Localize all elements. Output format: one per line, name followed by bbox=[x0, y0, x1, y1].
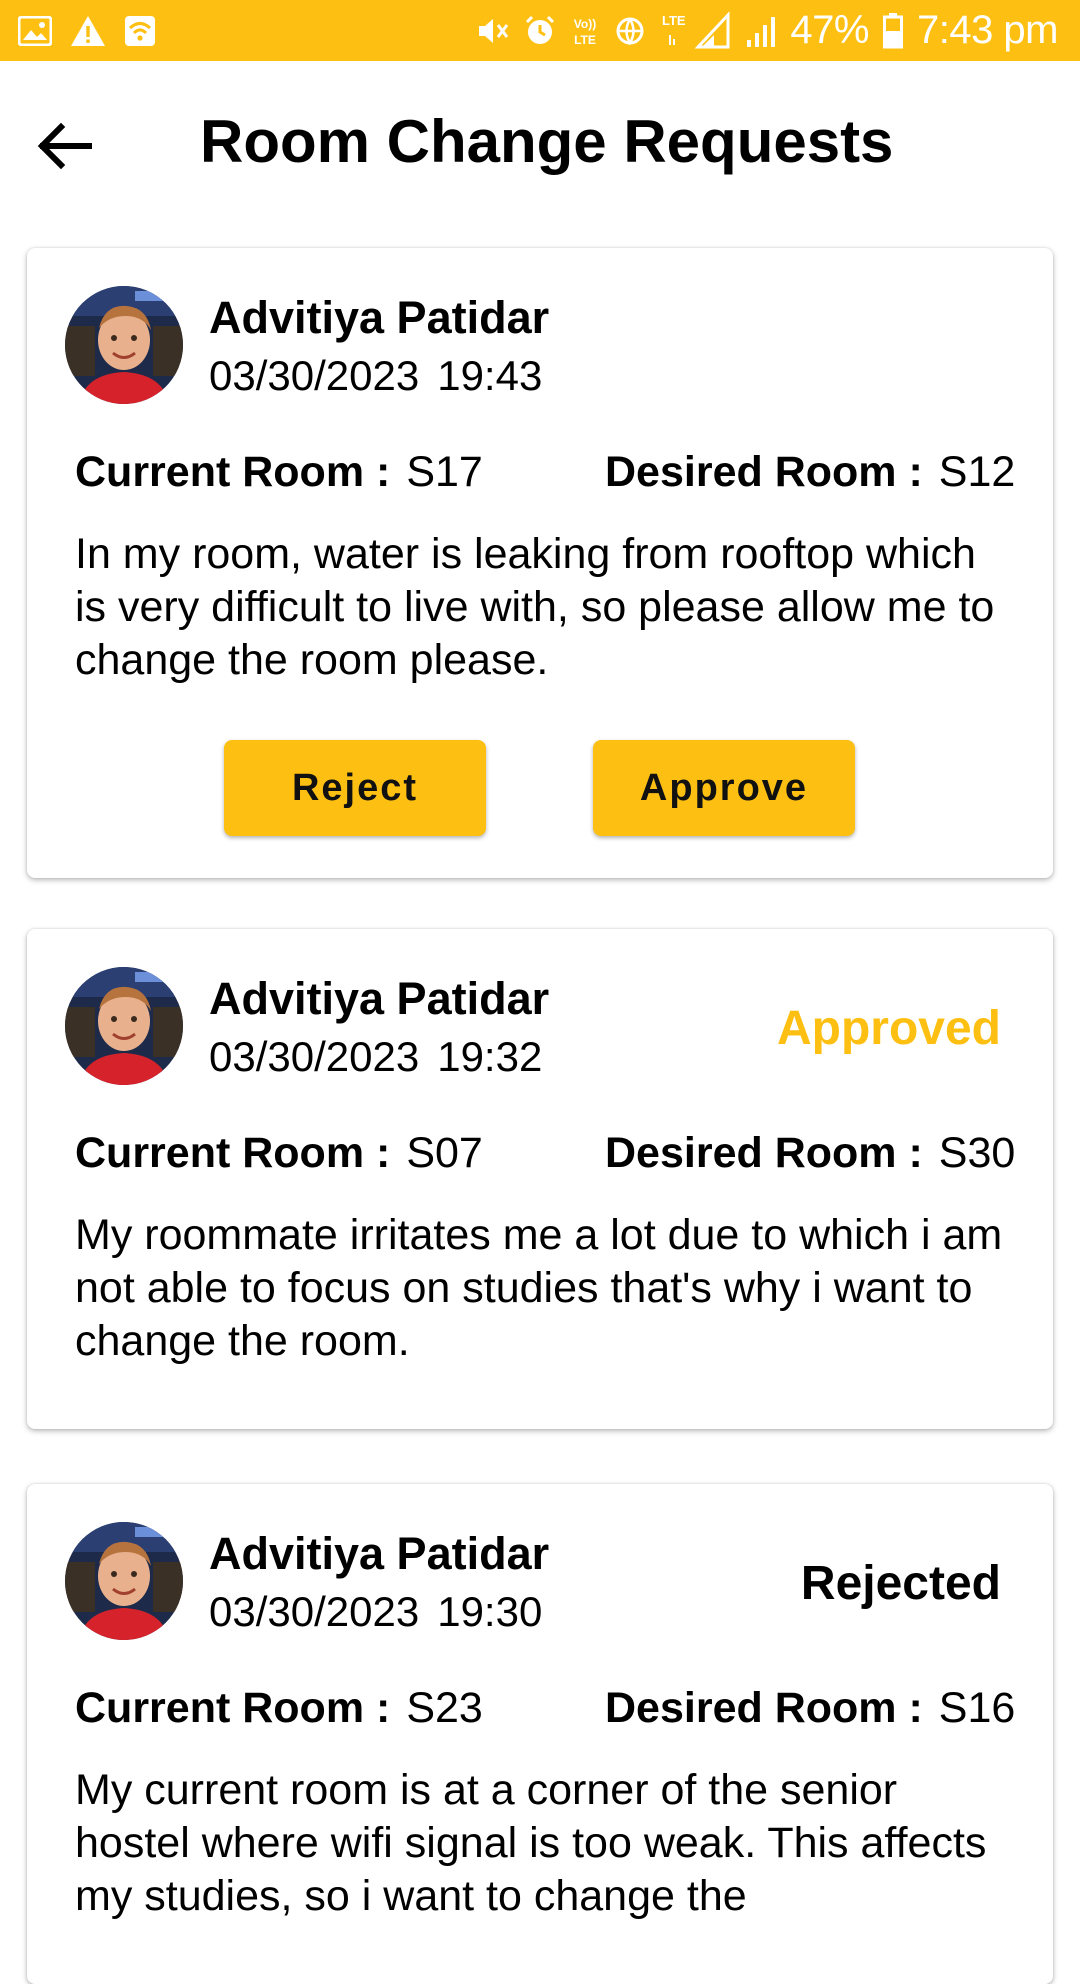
request-time: 19:32 bbox=[437, 1033, 543, 1080]
svg-text:LTE: LTE bbox=[575, 33, 597, 47]
svg-text:Vo)): Vo)) bbox=[574, 17, 596, 31]
request-card: Advitiya Patidar 03/30/2023 19:30 Rejecte… bbox=[27, 1484, 1053, 1984]
status-bar-notifications bbox=[18, 15, 156, 47]
reject-button[interactable]: Reject bbox=[224, 740, 486, 836]
current-room: Current Room : S23 bbox=[75, 1684, 483, 1733]
request-date: 03/30/2023 bbox=[209, 1033, 420, 1080]
alarm-icon bbox=[524, 15, 556, 47]
avatar bbox=[65, 967, 183, 1085]
desired-room: Desired Room : S16 bbox=[605, 1684, 1015, 1733]
request-date: 03/30/2023 bbox=[209, 1588, 420, 1635]
svg-text:LTE: LTE bbox=[662, 13, 686, 28]
request-date: 03/30/2023 bbox=[209, 352, 420, 399]
warning-icon bbox=[70, 15, 106, 47]
current-room-label: Current Room : bbox=[75, 448, 391, 496]
request-card: Advitiya Patidar 03/30/2023 19:43 Current… bbox=[27, 248, 1053, 878]
clock: 7:43 pm bbox=[916, 8, 1059, 52]
room-info: Current Room : S17 Desired Room : S12 bbox=[75, 448, 1035, 508]
request-datetime: 03/30/2023 19:30 bbox=[209, 1588, 542, 1636]
desired-room-label: Desired Room : bbox=[605, 448, 923, 496]
room-info: Current Room : S23 Desired Room : S16 bbox=[75, 1684, 1035, 1744]
request-time: 19:43 bbox=[437, 352, 543, 399]
current-room-label: Current Room : bbox=[75, 1684, 391, 1732]
requester-name: Advitiya Patidar bbox=[209, 1528, 550, 1579]
desired-room-label: Desired Room : bbox=[605, 1684, 923, 1732]
data-saver-icon bbox=[614, 15, 646, 47]
status-badge-rejected: Rejected bbox=[800, 1557, 1001, 1610]
request-time: 19:30 bbox=[437, 1588, 543, 1635]
desired-room-value: S30 bbox=[938, 1129, 1016, 1177]
avatar bbox=[65, 286, 183, 404]
requester-name: Advitiya Patidar bbox=[209, 973, 550, 1024]
app-bar: Room Change Requests bbox=[0, 61, 1080, 229]
signal-icon bbox=[746, 14, 776, 48]
back-button[interactable] bbox=[30, 111, 100, 181]
room-info: Current Room : S07 Desired Room : S30 bbox=[75, 1129, 1035, 1189]
page-title: Room Change Requests bbox=[200, 108, 894, 175]
request-card: Advitiya Patidar 03/30/2023 19:32 Approve… bbox=[27, 929, 1053, 1429]
requester-name: Advitiya Patidar bbox=[209, 292, 550, 343]
current-room: Current Room : S07 bbox=[75, 1129, 483, 1178]
current-room-value: S07 bbox=[406, 1129, 483, 1177]
mute-icon bbox=[476, 15, 510, 47]
lte-signal-icon: LTE bbox=[660, 10, 732, 51]
status-bar: Vo)) LTE LTE 47% 7:43 pm bbox=[0, 0, 1080, 61]
gallery-icon bbox=[18, 15, 52, 46]
current-room-value: S17 bbox=[406, 448, 483, 496]
avatar bbox=[65, 1522, 183, 1640]
request-reason: In my room, water is leaking from roofto… bbox=[75, 530, 995, 684]
volte-icon: Vo)) LTE bbox=[570, 14, 600, 48]
battery-percent: 47% bbox=[790, 8, 869, 52]
current-room-value: S23 bbox=[406, 1684, 483, 1732]
desired-room-value: S16 bbox=[938, 1684, 1016, 1732]
arrow-left-icon bbox=[37, 122, 92, 170]
desired-room-value: S12 bbox=[938, 448, 1016, 496]
approve-button[interactable]: Approve bbox=[593, 740, 855, 836]
desired-room: Desired Room : S12 bbox=[605, 448, 1015, 497]
desired-room-label: Desired Room : bbox=[605, 1129, 923, 1177]
current-room: Current Room : S17 bbox=[75, 448, 483, 497]
request-datetime: 03/30/2023 19:43 bbox=[209, 352, 542, 400]
battery-icon bbox=[882, 12, 903, 49]
wifi-hotspot-icon bbox=[124, 15, 156, 47]
status-badge-approved: Approved bbox=[776, 1002, 1001, 1055]
request-reason: My roommate irritates me a lot due to wh… bbox=[75, 1211, 1003, 1365]
desired-room: Desired Room : S30 bbox=[605, 1129, 1015, 1178]
request-datetime: 03/30/2023 19:32 bbox=[209, 1033, 542, 1081]
request-reason: My current room is at a corner of the se… bbox=[75, 1766, 987, 1920]
current-room-label: Current Room : bbox=[75, 1129, 391, 1177]
status-bar-system: Vo)) LTE LTE 47% 7:43 pm bbox=[476, 8, 1059, 53]
